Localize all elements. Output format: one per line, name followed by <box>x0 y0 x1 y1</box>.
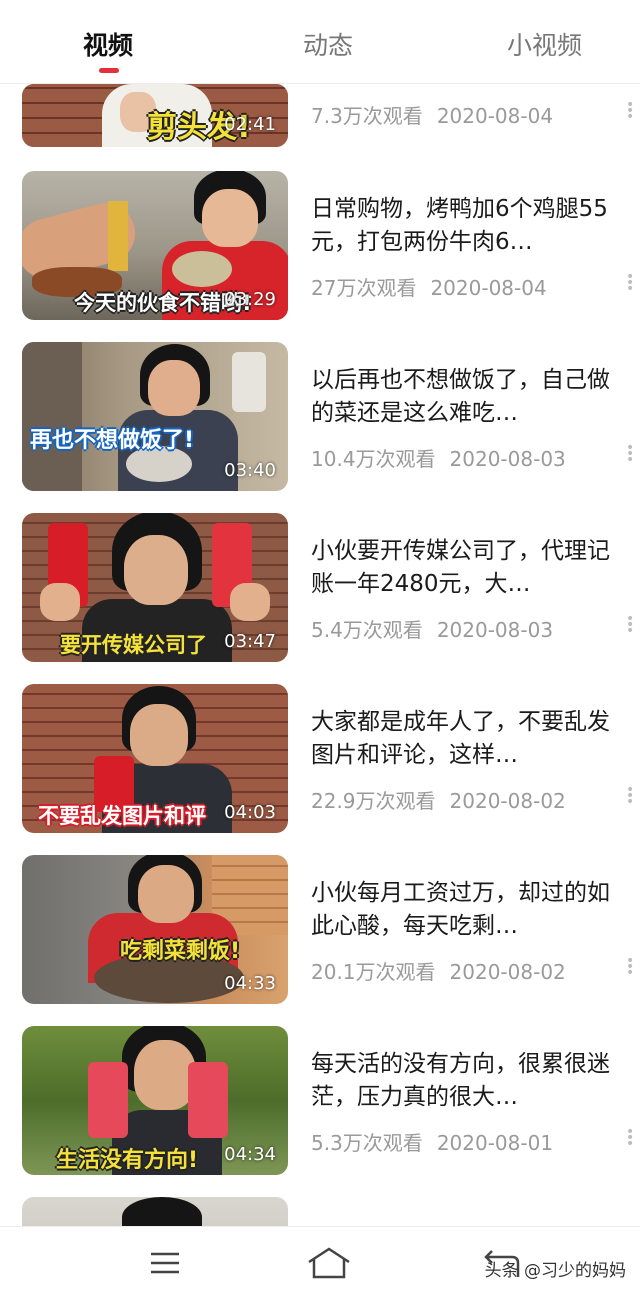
more-options-icon[interactable]: • • • <box>626 441 634 467</box>
video-duration: 04:33 <box>224 973 276 994</box>
publish-date: 2020-08-04 <box>430 276 547 300</box>
more-options-icon[interactable]: • • • <box>626 270 634 296</box>
video-thumbnail[interactable]: 生活没有方向! 04:34 <box>22 1026 288 1175</box>
thumbnail-caption: 再也不想做饭了! <box>30 428 195 453</box>
video-title[interactable]: 日常购物，烤鸭加6个鸡腿55元，打包两份牛肉6… <box>311 193 631 259</box>
view-count: 5.4万次观看 <box>311 618 423 642</box>
video-thumbnail[interactable]: 再也不想做饭了! 03:40 <box>22 342 288 491</box>
video-thumbnail[interactable]: 剪头发! 02:41 <box>22 84 288 147</box>
video-item[interactable]: 再也不想做饭了! 03:40 以后再也不想做饭了，自己做的菜还是这么难吃… 10… <box>0 342 640 513</box>
video-item[interactable]: 今天的伙食不错哟! 03:29 日常购物，烤鸭加6个鸡腿55元，打包两份牛肉6…… <box>0 171 640 342</box>
video-duration: 03:29 <box>224 289 276 310</box>
publish-date: 2020-08-03 <box>449 447 566 471</box>
publish-date: 2020-08-01 <box>436 1131 554 1155</box>
video-meta: 20.1万次观看 2020-08-02 <box>311 956 580 985</box>
video-thumbnail[interactable] <box>22 1197 288 1226</box>
tab-updates[interactable]: 动态 <box>303 26 353 62</box>
app-screen: 视频 动态 小视频 剪头发! 02:41 7.3万次观看 2020-08-04 •… <box>0 0 640 1303</box>
video-meta: 27万次观看 2020-08-04 <box>311 272 561 301</box>
video-title[interactable]: 小伙要开传媒公司了，代理记账一年2480元，大… <box>311 535 631 601</box>
watermark: 头条 @习少的妈妈 <box>484 1261 626 1281</box>
video-item[interactable] <box>0 1197 640 1226</box>
video-item[interactable]: 剪头发! 02:41 7.3万次观看 2020-08-04 • • • <box>0 84 640 169</box>
more-options-icon[interactable]: • • • <box>626 1125 634 1151</box>
video-duration: 04:34 <box>224 1144 276 1165</box>
more-options-icon[interactable]: • • • <box>626 612 634 638</box>
tab-short-videos[interactable]: 小视频 <box>507 26 582 62</box>
video-thumbnail[interactable]: 吃剩菜剩饭! 04:33 <box>22 855 288 1004</box>
view-count: 20.1万次观看 <box>311 960 436 984</box>
active-tab-indicator <box>99 68 119 73</box>
more-options-icon[interactable]: • • • <box>626 783 634 809</box>
menu-icon[interactable] <box>145 1245 185 1281</box>
video-list[interactable]: 剪头发! 02:41 7.3万次观看 2020-08-04 • • • 今天的伙食不错… <box>0 84 640 1226</box>
video-title[interactable]: 每天活的没有方向，很累很迷茫，压力真的很大… <box>311 1048 631 1114</box>
video-meta: 22.9万次观看 2020-08-02 <box>311 785 580 814</box>
video-duration: 04:03 <box>224 802 276 823</box>
video-thumbnail[interactable]: 今天的伙食不错哟! 03:29 <box>22 171 288 320</box>
video-duration: 03:47 <box>224 631 276 652</box>
video-meta: 7.3万次观看 2020-08-04 <box>311 100 567 129</box>
video-item[interactable]: 不要乱发图片和评 04:03 大家都是成年人了，不要乱发图片和评论，这样… 22… <box>0 684 640 855</box>
view-count: 5.3万次观看 <box>311 1131 423 1155</box>
view-count: 10.4万次观看 <box>311 447 436 471</box>
video-title[interactable]: 大家都是成年人了，不要乱发图片和评论，这样… <box>311 706 631 772</box>
publish-date: 2020-08-02 <box>449 960 566 984</box>
view-count: 7.3万次观看 <box>311 104 423 128</box>
video-meta: 5.4万次观看 2020-08-03 <box>311 614 567 643</box>
thumbnail-caption: 吃剩菜剩饭! <box>120 939 241 964</box>
publish-date: 2020-08-03 <box>436 618 554 642</box>
video-thumbnail[interactable]: 要开传媒公司了 03:47 <box>22 513 288 662</box>
publish-date: 2020-08-04 <box>436 104 554 128</box>
view-count: 27万次观看 <box>311 276 417 300</box>
tab-videos[interactable]: 视频 <box>83 26 133 62</box>
more-options-icon[interactable]: • • • <box>626 954 634 980</box>
view-count: 22.9万次观看 <box>311 789 436 813</box>
video-item[interactable]: 生活没有方向! 04:34 每天活的没有方向，很累很迷茫，压力真的很大… 5.3… <box>0 1026 640 1197</box>
video-duration: 02:41 <box>224 114 276 135</box>
video-meta: 5.3万次观看 2020-08-01 <box>311 1127 567 1156</box>
video-title[interactable]: 小伙每月工资过万，却过的如此心酸，每天吃剩… <box>311 877 631 943</box>
video-thumbnail[interactable]: 不要乱发图片和评 04:03 <box>22 684 288 833</box>
video-meta: 10.4万次观看 2020-08-03 <box>311 443 580 472</box>
home-icon[interactable] <box>306 1245 352 1281</box>
system-navigation-bar: 头条 @习少的妈妈 <box>0 1226 640 1303</box>
video-duration: 03:40 <box>224 460 276 481</box>
video-title[interactable]: 以后再也不想做饭了，自己做的菜还是这么难吃… <box>311 364 631 430</box>
more-options-icon[interactable]: • • • <box>626 98 634 124</box>
tab-bar: 视频 动态 小视频 <box>0 0 640 84</box>
publish-date: 2020-08-02 <box>449 789 566 813</box>
video-item[interactable]: 要开传媒公司了 03:47 小伙要开传媒公司了，代理记账一年2480元，大… 5… <box>0 513 640 684</box>
video-title[interactable] <box>311 1219 631 1226</box>
video-item[interactable]: 吃剩菜剩饭! 04:33 小伙每月工资过万，却过的如此心酸，每天吃剩… 20.1… <box>0 855 640 1026</box>
